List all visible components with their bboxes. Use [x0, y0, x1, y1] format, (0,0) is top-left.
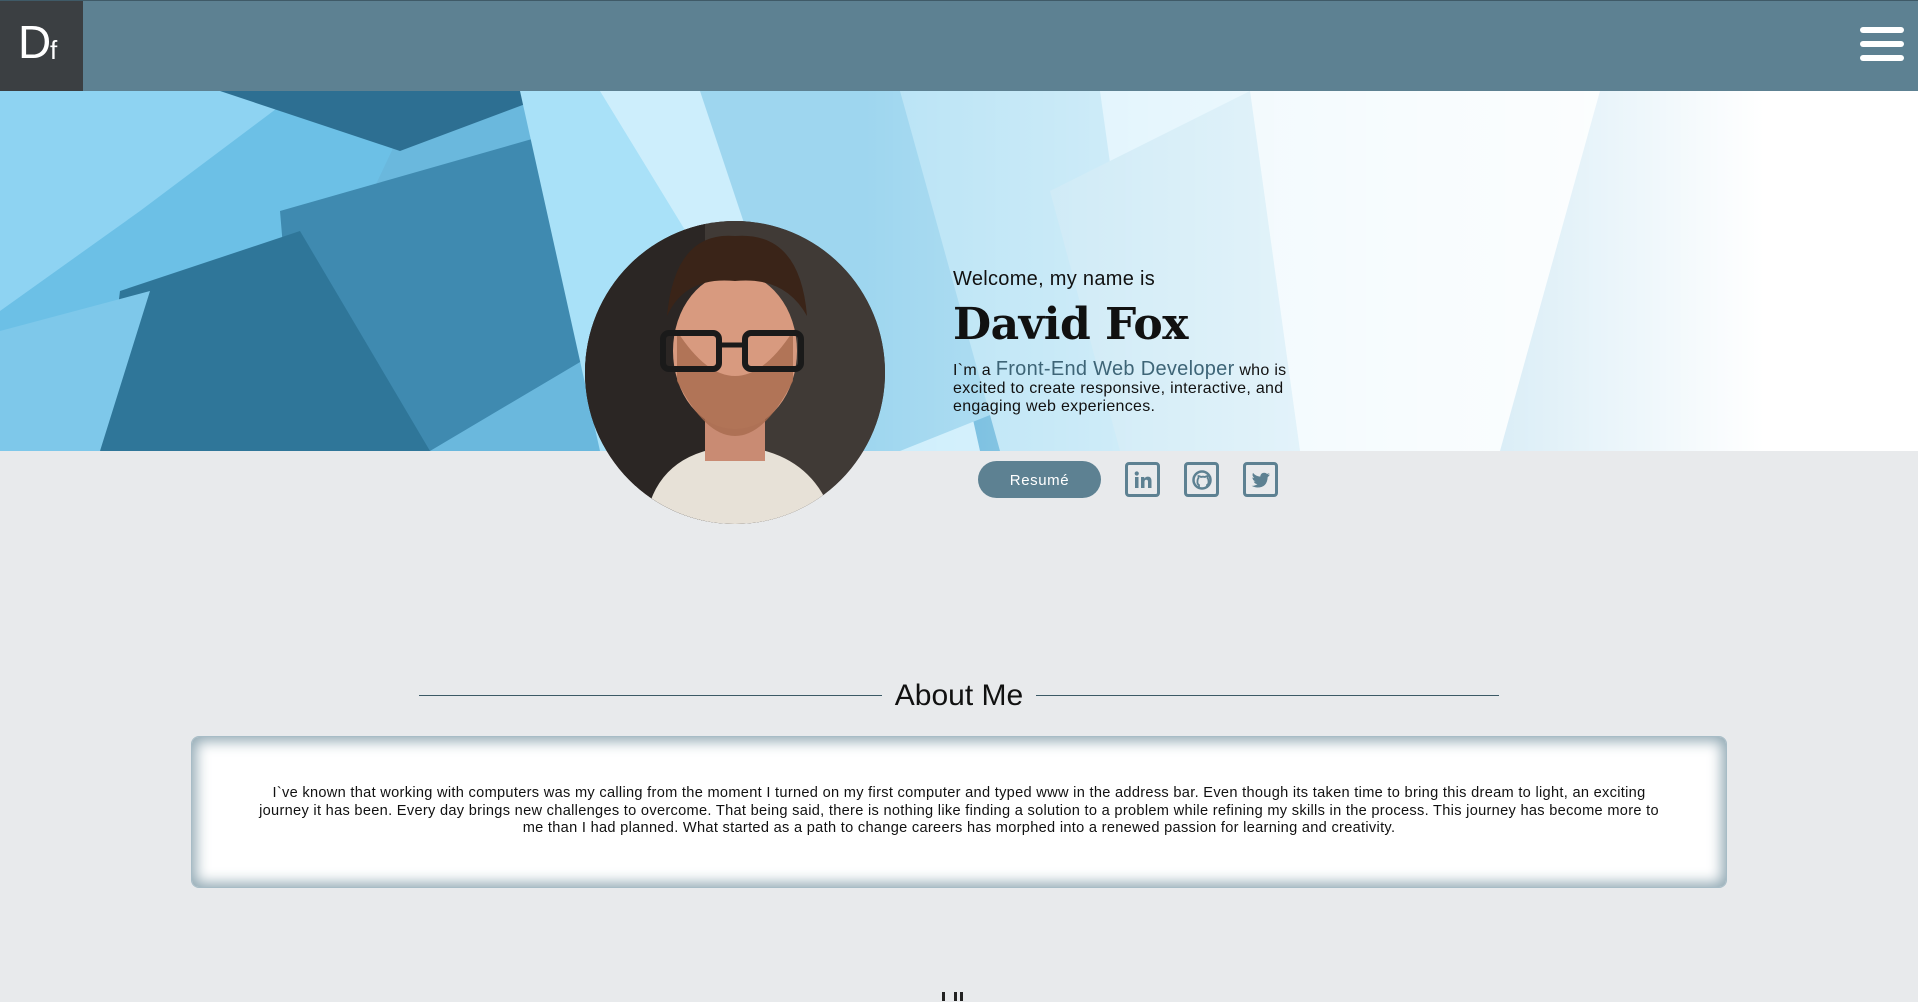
logo-letter-f: f: [50, 35, 58, 65]
menu-bar: [1860, 27, 1904, 33]
person-name: David Fox: [953, 299, 1188, 350]
hamburger-menu-icon[interactable]: [1860, 27, 1904, 67]
peek-glyph: [942, 992, 945, 1001]
tagline-prefix: I`m a: [953, 362, 996, 379]
profile-photo: [585, 221, 885, 524]
twitter-icon[interactable]: [1243, 462, 1278, 497]
linkedin-icon[interactable]: [1125, 462, 1160, 497]
about-card: I`ve known that working with computers w…: [191, 736, 1727, 888]
menu-bar: [1860, 55, 1904, 61]
site-logo[interactable]: D f: [0, 1, 83, 92]
peek-glyph: [960, 992, 963, 1001]
peek-glyph: [954, 992, 957, 1001]
menu-bar: [1860, 41, 1904, 47]
about-text: I`ve known that working with computers w…: [259, 785, 1659, 836]
tagline: I`m a Front-End Web Developer who is exc…: [953, 358, 1333, 416]
top-nav-bar: D f: [0, 0, 1918, 92]
role-title: Front-End Web Developer: [995, 358, 1235, 380]
welcome-text: Welcome, my name is: [953, 268, 1156, 290]
resume-button[interactable]: Resumé: [978, 461, 1101, 498]
about-section-heading: About Me: [419, 676, 1499, 716]
github-icon[interactable]: [1184, 462, 1219, 497]
about-title: About Me: [894, 679, 1024, 712]
logo-letter-d: D: [18, 16, 52, 68]
hero-intro: Welcome, my name is David Fox I`m a Fron…: [953, 268, 1333, 416]
